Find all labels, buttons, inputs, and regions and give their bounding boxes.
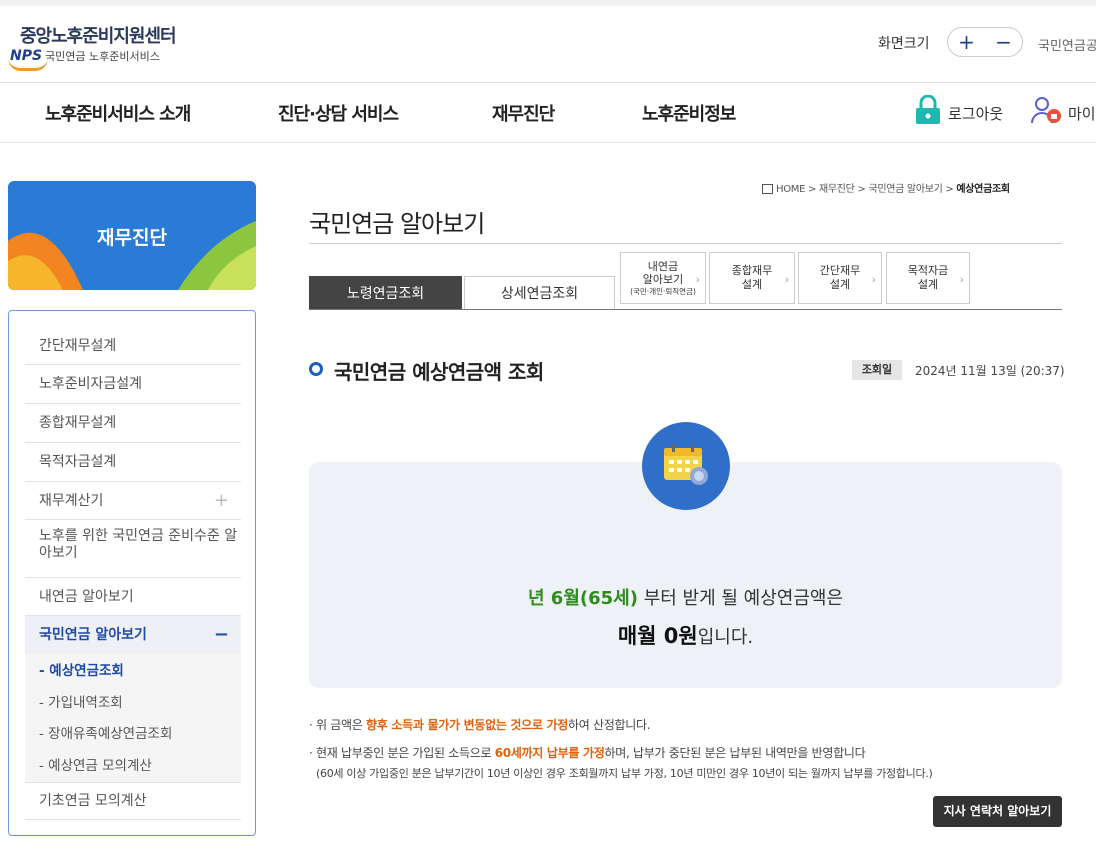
lock-icon[interactable] (914, 95, 942, 125)
sidebar-item-basic-pension[interactable]: 기초연금 모의계산 (25, 782, 241, 820)
title-divider (309, 243, 1062, 244)
tab-line: 내연금 (647, 259, 679, 273)
section-bullet-icon (309, 362, 323, 376)
site-logo-title[interactable]: 중앙노후준비지원센터 (20, 22, 177, 48)
result-text: 부터 받게 될 예상연금액은 (637, 588, 844, 609)
branch-contact-button[interactable]: 지사 연락처 알아보기 (933, 796, 1062, 827)
collapse-minus-icon[interactable]: − (214, 616, 229, 654)
result-amount-line: 매월 0원입니다. (309, 620, 1062, 650)
tab-label-group: 간단재무 설계 (820, 264, 860, 292)
tab-simple-plan[interactable]: 간단재무 설계 › (798, 252, 882, 304)
site-logo-subtitle[interactable]: NPS 국민연금 노후준비서비스 (10, 48, 160, 64)
zoom-in-button[interactable]: + (958, 32, 975, 52)
nav-service-intro[interactable]: 노후준비서비스 소개 (45, 100, 191, 126)
result-suffix: 입니다. (697, 627, 754, 648)
nav-diagnosis-consult[interactable]: 진단·상담 서비스 (278, 100, 399, 126)
logout-button[interactable]: 로그아웃 (948, 103, 1003, 124)
nps-link[interactable]: 국민연금공단 (1038, 35, 1096, 54)
tab-my-pension[interactable]: 내연금 알아보기 (국민·개인·퇴직연금) › (620, 252, 706, 304)
note-text: 하여 산정합니다. (568, 718, 651, 732)
note-2: · 현재 납부중인 분은 가입된 소득으로 60세까지 납부를 가정하며, 납부… (309, 744, 866, 761)
tab-label-group: 종합재무 설계 (732, 264, 772, 292)
page-title: 국민연금 알아보기 (309, 210, 485, 238)
note-text: 하며, 납부가 중단된 분은 납부된 내역만을 반영합니다 (604, 746, 866, 760)
section-title: 국민연금 예상연금액 조회 (334, 360, 544, 384)
submenu-disability-survivor[interactable]: - 장애유족예상연금조회 (39, 722, 172, 742)
sidebar-title: 재무진단 (97, 227, 167, 249)
chevron-right-icon: › (959, 273, 964, 286)
sidebar-item-national-pension[interactable]: 국민연금 알아보기 − (25, 616, 241, 654)
breadcrumb-item[interactable]: 재무진단 (819, 184, 855, 195)
sidebar-banner: 재무진단 (8, 181, 256, 290)
query-date-label: 조회일 (852, 360, 902, 380)
breadcrumb: HOME > 재무진단 > 국민연금 알아보기 > 예상연금조회 (762, 180, 1010, 195)
tab-detailed-pension[interactable]: 상세연금조회 (464, 276, 615, 310)
sidebar-item-label: 재무계산기 (39, 493, 104, 509)
tab-line: 설계 (917, 278, 939, 291)
submenu-mock-calculation[interactable]: - 예상연금 모의계산 (39, 754, 152, 774)
sidebar-item-label: 국민연금 알아보기 (39, 627, 147, 643)
expand-plus-icon[interactable]: + (214, 482, 229, 520)
breadcrumb-current: 예상연금조회 (956, 184, 1010, 195)
tab-divider (309, 309, 1062, 310)
font-size-label: 화면크기 (878, 36, 930, 52)
sidebar-menu: 간단재무설계 노후준비자금설계 종합재무설계 목적자금설계 재무계산기 + 노후… (8, 310, 256, 836)
nps-logo: NPS (10, 48, 43, 64)
submenu-expected-pension[interactable]: - 예상연금조회 (39, 659, 124, 679)
note-highlight: 60세까지 납부를 가정 (494, 746, 605, 760)
sidebar-item-my-pension[interactable]: 내연금 알아보기 (25, 578, 241, 616)
tab-line: 간단재무 (819, 264, 861, 278)
result-description: 년 6월(65세) 부터 받게 될 예상연금액은 (309, 584, 1062, 610)
tab-line: 종합재무 (731, 264, 773, 278)
note-1: · 위 금액은 향후 소득과 물가가 변동없는 것으로 가정하여 산정합니다. (309, 716, 651, 733)
tab-line: 설계 (829, 278, 851, 291)
submenu-subscription-history[interactable]: - 가입내역조회 (39, 691, 123, 711)
start-date-highlight: 년 6월(65세) (527, 588, 638, 609)
breadcrumb-sep: > (805, 184, 819, 195)
tab-line: 목적자금 (907, 264, 949, 278)
tab-comprehensive-plan[interactable]: 종합재무 설계 › (709, 252, 795, 304)
tab-line: 알아보기 (642, 273, 684, 287)
sidebar-item-pension-readiness[interactable]: 노후를 위한 국민연금 준비수준 알아보기 (25, 520, 241, 578)
breadcrumb-home[interactable]: HOME (776, 184, 805, 195)
note-text: · 위 금액은 (309, 718, 367, 732)
tab-label-group: 목적자금 설계 (908, 264, 948, 292)
sidebar-item-calculator[interactable]: 재무계산기 + (25, 482, 241, 520)
nav-financial-diagnosis[interactable]: 재무진단 (492, 100, 555, 126)
breadcrumb-sep: > (942, 184, 957, 195)
zoom-out-button[interactable]: − (995, 32, 1012, 52)
user-icon[interactable] (1030, 95, 1062, 125)
sidebar-item-simple-plan[interactable]: 간단재무설계 (25, 327, 241, 365)
query-date-value: 2024년 11월 13일 (20:37) (915, 364, 1065, 378)
tab-purpose-fund[interactable]: 목적자금 설계 › (886, 252, 970, 304)
tab-label-group: 내연금 알아보기 (국민·개인·퇴직연금) (630, 260, 696, 297)
chevron-right-icon: › (871, 273, 876, 286)
chevron-right-icon: › (695, 273, 700, 286)
tab-old-age-pension[interactable]: 노령연금조회 (309, 276, 462, 310)
sidebar-item-purpose-fund[interactable]: 목적자금설계 (25, 443, 241, 482)
tab-line: (국민·개인·퇴직연금) (630, 287, 696, 297)
calendar-icon (642, 422, 730, 510)
sidebar-item-comprehensive-plan[interactable]: 종합재무설계 (25, 404, 241, 443)
note-text: · 현재 납부중인 분은 가입된 소득으로 (309, 746, 495, 760)
breadcrumb-sep: > (854, 184, 869, 195)
sidebar-item-retirement-fund[interactable]: 노후준비자금설계 (25, 365, 241, 404)
note-3: (60세 이상 가입중인 분은 납부기간이 10년 이상인 경우 조회월까지 납… (316, 767, 933, 780)
note-highlight: 향후 소득과 물가가 변동없는 것으로 가정 (366, 718, 569, 732)
chevron-right-icon: › (784, 273, 789, 286)
monthly-amount: 매월 0원 (617, 624, 698, 648)
tab-line: 설계 (741, 278, 763, 291)
mypage-button[interactable]: 마이페이지 (1068, 103, 1096, 124)
logo-sub-text: 국민연금 노후준비서비스 (45, 50, 160, 63)
font-size-control: + − (947, 27, 1023, 57)
home-icon (762, 184, 773, 194)
nav-retirement-info[interactable]: 노후준비정보 (642, 100, 736, 126)
breadcrumb-item[interactable]: 국민연금 알아보기 (868, 184, 942, 195)
